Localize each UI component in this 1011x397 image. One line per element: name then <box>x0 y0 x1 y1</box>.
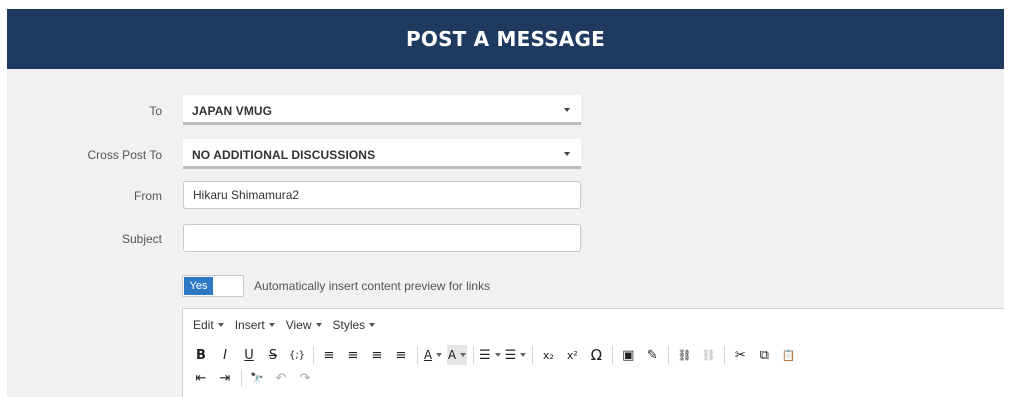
cut-icon[interactable]: ✂ <box>730 345 750 365</box>
menu-styles-label: Styles <box>332 318 366 332</box>
background-color-icon[interactable]: A <box>447 345 467 365</box>
menu-styles[interactable]: Styles <box>333 318 376 332</box>
italic-icon[interactable]: I <box>215 345 235 365</box>
paste-icon[interactable]: 📋 <box>778 345 798 365</box>
toolbar-divider <box>313 346 314 364</box>
find-icon[interactable]: 🔭 <box>247 368 267 388</box>
edit-image-icon[interactable]: ✎ <box>642 345 662 365</box>
align-left-icon[interactable]: ≡ <box>319 345 339 365</box>
chevron-down-icon <box>564 152 570 156</box>
chevron-down-icon <box>268 323 275 327</box>
message-form: To JAPAN VMUG Cross Post To NO ADDITIONA… <box>7 69 1004 397</box>
from-label: From <box>134 189 162 203</box>
menu-insert[interactable]: Insert <box>235 318 275 332</box>
unlink-icon[interactable]: ⛓ <box>698 345 718 365</box>
toolbar-divider <box>532 346 534 364</box>
editor-menubar: Edit Insert View Styles <box>193 318 386 332</box>
content-preview-toggle[interactable]: Yes <box>182 275 244 297</box>
align-center-icon[interactable]: ≡ <box>343 345 363 365</box>
content-preview-text: Automatically insert content preview for… <box>254 279 491 293</box>
toolbar-divider <box>612 346 614 364</box>
subscript-icon[interactable]: x₂ <box>538 345 558 365</box>
menu-insert-label: Insert <box>234 318 265 332</box>
menu-view[interactable]: View <box>286 318 322 332</box>
editor-toolbar-row-1: B I U S {;} ≡ ≡ ≡ ≡ A A ☰ ☰ x₂ x² Ω ▣ ✎ … <box>191 344 802 366</box>
menu-view-label: View <box>285 318 312 332</box>
page-title: POST A MESSAGE <box>406 27 605 51</box>
image-icon[interactable]: ▣ <box>618 345 638 365</box>
toggle-on-label: Yes <box>184 277 213 295</box>
toolbar-divider <box>417 346 418 364</box>
toolbar-divider <box>473 346 474 364</box>
bold-icon[interactable]: B <box>191 345 211 365</box>
toolbar-divider <box>668 346 670 364</box>
special-character-icon[interactable]: Ω <box>586 345 606 365</box>
numbered-list-icon[interactable]: ☰ <box>505 345 527 365</box>
chevron-down-icon <box>564 108 570 112</box>
align-justify-icon[interactable]: ≡ <box>391 345 411 365</box>
underline-icon[interactable]: U <box>239 345 259 365</box>
outdent-icon[interactable]: ⇤ <box>191 368 211 388</box>
from-field[interactable]: Hikaru Shimamura2 <box>183 181 581 209</box>
superscript-icon[interactable]: x² <box>562 345 582 365</box>
menu-edit[interactable]: Edit <box>193 318 224 332</box>
to-select[interactable]: JAPAN VMUG <box>183 95 581 125</box>
cross-post-label: Cross Post To <box>87 148 162 162</box>
cross-post-select-value: NO ADDITIONAL DISCUSSIONS <box>192 148 376 162</box>
toolbar-divider <box>724 346 726 364</box>
redo-icon[interactable]: ↷ <box>295 368 315 388</box>
chevron-down-icon <box>315 323 322 327</box>
to-select-value: JAPAN VMUG <box>192 104 273 118</box>
to-label: To <box>149 104 162 118</box>
toolbar-divider <box>241 369 242 387</box>
code-icon[interactable]: {;} <box>287 345 307 365</box>
chevron-down-icon <box>217 323 224 327</box>
subject-label: Subject <box>121 232 162 246</box>
editor-toolbar-row-2: ⇤ ⇥ 🔭 ↶ ↷ <box>191 367 319 389</box>
strikethrough-icon[interactable]: S <box>263 345 283 365</box>
text-color-icon[interactable]: A <box>423 345 443 365</box>
cross-post-select[interactable]: NO ADDITIONAL DISCUSSIONS <box>183 139 581 169</box>
link-icon[interactable]: ⛓ <box>674 345 694 365</box>
indent-icon[interactable]: ⇥ <box>215 368 235 388</box>
align-right-icon[interactable]: ≡ <box>367 345 387 365</box>
rich-text-editor: Edit Insert View Styles B I U S {;} ≡ ≡ … <box>182 308 1004 397</box>
menu-edit-label: Edit <box>193 318 214 332</box>
bullet-list-icon[interactable]: ☰ <box>479 345 501 365</box>
chevron-down-icon <box>369 323 376 327</box>
subject-field[interactable] <box>183 224 581 252</box>
page-header: POST A MESSAGE <box>7 9 1004 69</box>
undo-icon[interactable]: ↶ <box>271 368 291 388</box>
copy-icon[interactable]: ⧉ <box>754 345 774 365</box>
